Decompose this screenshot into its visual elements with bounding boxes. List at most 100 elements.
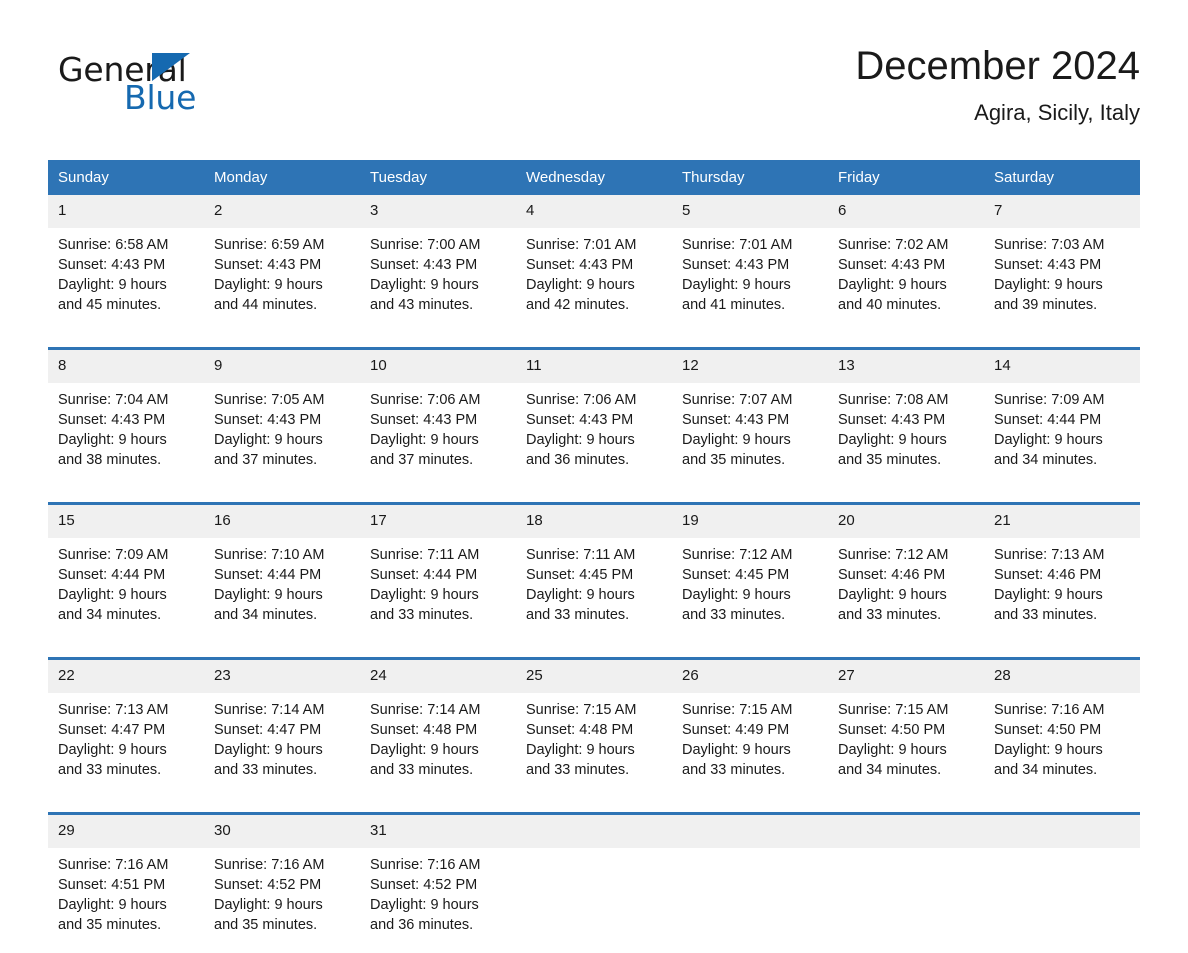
- daylight-duration-line2: and 33 minutes.: [526, 605, 660, 625]
- calendar-day-cell[interactable]: 29Sunrise: 7:16 AMSunset: 4:51 PMDayligh…: [48, 814, 204, 953]
- day-details: Sunrise: 7:03 AMSunset: 4:43 PMDaylight:…: [984, 228, 1140, 333]
- calendar-day-cell[interactable]: 22Sunrise: 7:13 AMSunset: 4:47 PMDayligh…: [48, 659, 204, 799]
- day-number: 31: [360, 815, 516, 848]
- calendar-day-cell[interactable]: 7Sunrise: 7:03 AMSunset: 4:43 PMDaylight…: [984, 195, 1140, 333]
- daylight-duration-line1: Daylight: 9 hours: [214, 740, 348, 760]
- calendar-day-cell[interactable]: 19Sunrise: 7:12 AMSunset: 4:45 PMDayligh…: [672, 504, 828, 644]
- day-number: 8: [48, 350, 204, 383]
- calendar-day-cell[interactable]: 4Sunrise: 7:01 AMSunset: 4:43 PMDaylight…: [516, 195, 672, 333]
- calendar-day-cell[interactable]: 25 Sunrise: 7:15 AMSunset: 4:48 PMDayligh…: [516, 659, 672, 799]
- calendar-week-row: 22Sunrise: 7:13 AMSunset: 4:47 PMDayligh…: [48, 659, 1140, 799]
- sunrise-time: Sunrise: 7:07 AM: [682, 390, 816, 410]
- day-number: [672, 815, 828, 848]
- daylight-duration-line2: and 42 minutes.: [526, 295, 660, 315]
- day-details: Sunrise: 7:06 AMSunset: 4:43 PMDaylight:…: [516, 383, 672, 488]
- calendar-day-cell[interactable]: 10Sunrise: 7:06 AMSunset: 4:43 PMDayligh…: [360, 349, 516, 489]
- daylight-duration-line1: Daylight: 9 hours: [526, 585, 660, 605]
- daylight-duration-line1: Daylight: 9 hours: [526, 740, 660, 760]
- day-details: Sunrise: 7:06 AMSunset: 4:43 PMDaylight:…: [360, 383, 516, 488]
- sunset-time: Sunset: 4:49 PM: [682, 720, 816, 740]
- calendar-day-cell[interactable]: 17Sunrise: 7:11 AMSunset: 4:44 PMDayligh…: [360, 504, 516, 644]
- sunrise-time: Sunrise: 7:01 AM: [682, 235, 816, 255]
- logo-text-blue: Blue: [124, 78, 196, 117]
- day-number: 11: [516, 350, 672, 383]
- sunset-time: Sunset: 4:51 PM: [58, 875, 192, 895]
- calendar-day-cell[interactable]: 20Sunrise: 7:12 AMSunset: 4:46 PMDayligh…: [828, 504, 984, 644]
- calendar-day-cell[interactable]: 30Sunrise: 7:16 AMSunset: 4:52 PMDayligh…: [204, 814, 360, 953]
- day-number: 29: [48, 815, 204, 848]
- week-spacer-cell: [48, 798, 1140, 814]
- calendar-day-cell[interactable]: 16Sunrise: 7:10 AMSunset: 4:44 PMDayligh…: [204, 504, 360, 644]
- week-spacer-cell: [48, 333, 1140, 349]
- calendar-day-cell[interactable]: 13Sunrise: 7:08 AMSunset: 4:43 PMDayligh…: [828, 349, 984, 489]
- daylight-duration-line1: Daylight: 9 hours: [370, 895, 504, 915]
- day-number: [516, 815, 672, 848]
- calendar-day-cell[interactable]: 26Sunrise: 7:15 AMSunset: 4:49 PMDayligh…: [672, 659, 828, 799]
- daylight-duration-line2: and 36 minutes.: [526, 450, 660, 470]
- calendar-day-cell[interactable]: 8Sunrise: 7:04 AMSunset: 4:43 PMDaylight…: [48, 349, 204, 489]
- sunrise-time: Sunrise: 7:09 AM: [994, 390, 1128, 410]
- day-details: Sunrise: 7:09 AMSunset: 4:44 PMDaylight:…: [984, 383, 1140, 488]
- calendar-day-cell[interactable]: 18Sunrise: 7:11 AMSunset: 4:45 PMDayligh…: [516, 504, 672, 644]
- calendar-day-cell[interactable]: 23Sunrise: 7:14 AMSunset: 4:47 PMDayligh…: [204, 659, 360, 799]
- triangle-icon: [152, 53, 190, 81]
- sunset-time: Sunset: 4:43 PM: [838, 410, 972, 430]
- daylight-duration-line2: and 37 minutes.: [214, 450, 348, 470]
- day-details: Sunrise: 7:16 AMSunset: 4:51 PMDaylight:…: [48, 848, 204, 953]
- calendar-day-cell[interactable]: 3Sunrise: 7:00 AMSunset: 4:43 PMDaylight…: [360, 195, 516, 333]
- sunset-time: Sunset: 4:46 PM: [838, 565, 972, 585]
- sunset-time: Sunset: 4:43 PM: [526, 410, 660, 430]
- calendar-day-cell[interactable]: 12Sunrise: 7:07 AMSunset: 4:43 PMDayligh…: [672, 349, 828, 489]
- calendar-day-cell[interactable]: 24Sunrise: 7:14 AMSunset: 4:48 PMDayligh…: [360, 659, 516, 799]
- sunrise-time: Sunrise: 7:15 AM: [526, 700, 660, 720]
- calendar-day-cell[interactable]: 15Sunrise: 7:09 AMSunset: 4:44 PMDayligh…: [48, 504, 204, 644]
- daylight-duration-line1: Daylight: 9 hours: [994, 740, 1128, 760]
- weekday-header-row: Sunday Monday Tuesday Wednesday Thursday…: [48, 160, 1140, 195]
- day-details: Sunrise: 7:15 AMSunset: 4:50 PMDaylight:…: [828, 693, 984, 798]
- daylight-duration-line1: Daylight: 9 hours: [838, 740, 972, 760]
- sunset-time: Sunset: 4:44 PM: [994, 410, 1128, 430]
- calendar-day-cell[interactable]: 31Sunrise: 7:16 AMSunset: 4:52 PMDayligh…: [360, 814, 516, 953]
- calendar-day-cell[interactable]: 27Sunrise: 7:15 AMSunset: 4:50 PMDayligh…: [828, 659, 984, 799]
- sunset-time: Sunset: 4:43 PM: [526, 255, 660, 275]
- week-spacer-cell: [48, 488, 1140, 504]
- daylight-duration-line2: and 34 minutes.: [58, 605, 192, 625]
- calendar-week-row: 15Sunrise: 7:09 AMSunset: 4:44 PMDayligh…: [48, 504, 1140, 644]
- day-number: 25: [516, 660, 672, 693]
- day-details: [672, 848, 828, 934]
- location-subtitle: Agira, Sicily, Italy: [855, 98, 1140, 128]
- calendar-day-cell[interactable]: 14Sunrise: 7:09 AMSunset: 4:44 PMDayligh…: [984, 349, 1140, 489]
- calendar-day-cell[interactable]: 21Sunrise: 7:13 AMSunset: 4:46 PMDayligh…: [984, 504, 1140, 644]
- sunrise-time: Sunrise: 7:16 AM: [370, 855, 504, 875]
- day-number: 4: [516, 195, 672, 228]
- daylight-duration-line2: and 40 minutes.: [838, 295, 972, 315]
- calendar-day-cell[interactable]: 11Sunrise: 7:06 AMSunset: 4:43 PMDayligh…: [516, 349, 672, 489]
- calendar-day-cell[interactable]: 6Sunrise: 7:02 AMSunset: 4:43 PMDaylight…: [828, 195, 984, 333]
- sunset-time: Sunset: 4:45 PM: [526, 565, 660, 585]
- day-number: 15: [48, 505, 204, 538]
- calendar-day-cell[interactable]: 28Sunrise: 7:16 AMSunset: 4:50 PMDayligh…: [984, 659, 1140, 799]
- calendar-day-cell-empty: [828, 814, 984, 953]
- sunrise-time: Sunrise: 7:08 AM: [838, 390, 972, 410]
- day-number: 30: [204, 815, 360, 848]
- day-number: [828, 815, 984, 848]
- calendar-day-cell[interactable]: 9Sunrise: 7:05 AMSunset: 4:43 PMDaylight…: [204, 349, 360, 489]
- day-number: 26: [672, 660, 828, 693]
- weekday-header-monday: Monday: [204, 160, 360, 195]
- daylight-duration-line1: Daylight: 9 hours: [58, 275, 192, 295]
- day-details: Sunrise: 7:16 AMSunset: 4:52 PMDaylight:…: [204, 848, 360, 953]
- daylight-duration-line2: and 45 minutes.: [58, 295, 192, 315]
- calendar-day-cell[interactable]: 2Sunrise: 6:59 AMSunset: 4:43 PMDaylight…: [204, 195, 360, 333]
- daylight-duration-line2: and 35 minutes.: [682, 450, 816, 470]
- day-details: Sunrise: 7:11 AMSunset: 4:45 PMDaylight:…: [516, 538, 672, 643]
- daylight-duration-line2: and 33 minutes.: [994, 605, 1128, 625]
- daylight-duration-line1: Daylight: 9 hours: [58, 740, 192, 760]
- title-block: December 2024 Agira, Sicily, Italy: [855, 42, 1140, 128]
- sunset-time: Sunset: 4:48 PM: [526, 720, 660, 740]
- sunrise-time: Sunrise: 7:12 AM: [682, 545, 816, 565]
- week-spacer: [48, 333, 1140, 349]
- calendar-day-cell[interactable]: 5Sunrise: 7:01 AMSunset: 4:43 PMDaylight…: [672, 195, 828, 333]
- calendar-day-cell[interactable]: 1Sunrise: 6:58 AMSunset: 4:43 PMDaylight…: [48, 195, 204, 333]
- generalblue-logo[interactable]: General Blue: [48, 42, 228, 114]
- weekday-header-friday: Friday: [828, 160, 984, 195]
